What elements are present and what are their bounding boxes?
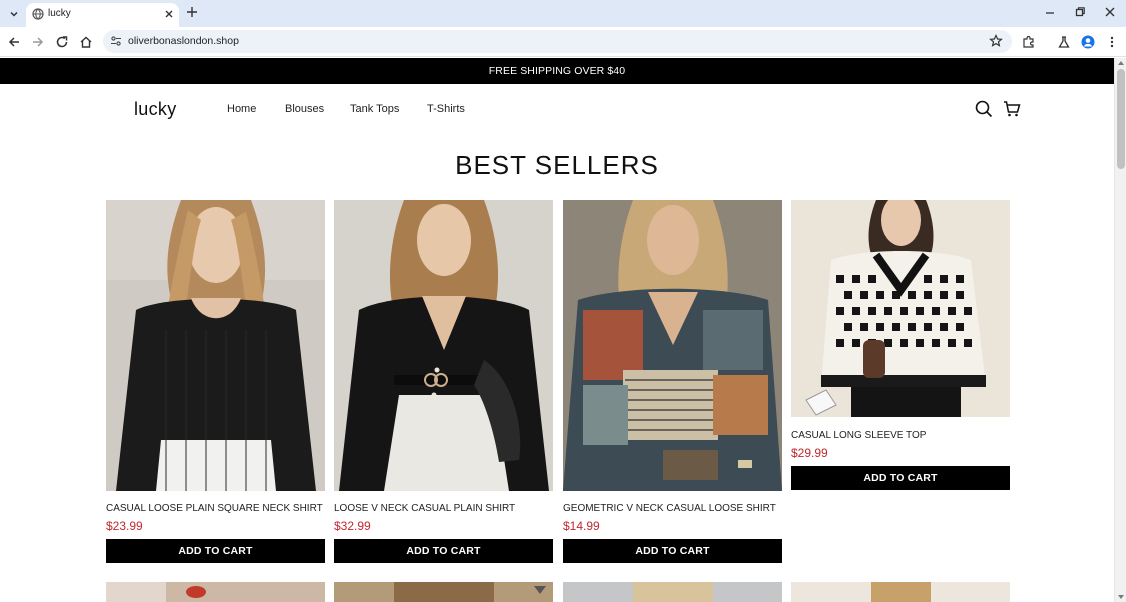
forward-button[interactable] [30,34,46,50]
site-logo[interactable]: lucky [134,99,177,120]
add-to-cart-button[interactable]: ADD TO CART [106,539,325,563]
product-image[interactable] [563,582,782,602]
page-viewport: FREE SHIPPING OVER $40 lucky Home Blouse… [0,58,1114,602]
minimize-icon[interactable] [1044,6,1056,18]
product-name[interactable]: CASUAL LOOSE PLAIN SQUARE NECK SHIRT [106,503,323,514]
tab-title: lucky [48,8,71,19]
address-bar[interactable]: oliverbonaslondon.shop [103,30,1012,53]
tab-list-button[interactable] [5,5,23,23]
announcement-bar: FREE SHIPPING OVER $40 [0,58,1114,84]
product-name[interactable]: LOOSE V NECK CASUAL PLAIN SHIRT [334,503,515,514]
reload-icon [56,36,68,48]
product-price: $29.99 [791,446,828,460]
search-icon[interactable] [975,100,993,118]
nav-home[interactable]: Home [227,103,256,115]
reload-button[interactable] [54,34,70,50]
product-name[interactable]: GEOMETRIC V NECK CASUAL LOOSE SHIRT [563,503,776,514]
product-price: $32.99 [334,519,371,533]
flask-icon [1058,36,1070,48]
product-photo [334,200,553,491]
close-tab-icon[interactable] [163,8,175,20]
product-name[interactable]: CASUAL LONG SLEEVE TOP [791,430,926,441]
arrow-right-icon [33,37,44,47]
labs-button[interactable] [1056,34,1072,50]
scrollbar-thumb[interactable] [1117,69,1125,169]
product-image[interactable] [563,200,782,491]
add-to-cart-button[interactable]: ADD TO CART [563,539,782,563]
home-button[interactable] [78,34,94,50]
scroll-down-arrow[interactable] [1118,595,1124,599]
product-photo [791,200,1010,417]
nav-blouses[interactable]: Blouses [285,103,324,115]
restore-icon[interactable] [1074,6,1086,18]
profile-button[interactable] [1080,34,1096,50]
product-image[interactable] [334,200,553,491]
cart-icon[interactable] [1003,100,1021,118]
home-icon [80,36,92,48]
product-image[interactable] [106,200,325,491]
back-button[interactable] [6,34,22,50]
chevron-down-icon [10,11,18,17]
product-image[interactable] [106,582,325,602]
menu-button[interactable] [1104,34,1120,50]
section-title: BEST SELLERS [455,150,659,180]
product-price: $14.99 [563,519,600,533]
product-photo [106,200,325,491]
product-image[interactable] [334,582,553,602]
browser-toolbar: oliverbonaslondon.shop [0,27,1126,57]
product-price: $23.99 [106,519,143,533]
new-tab-icon[interactable] [185,5,199,19]
close-window-icon[interactable] [1104,6,1116,18]
browser-tab[interactable]: lucky [26,3,179,27]
product-image[interactable] [791,582,1010,602]
more-vertical-icon [1110,36,1114,48]
extensions-button[interactable] [1021,34,1037,50]
globe-icon [32,8,44,20]
add-to-cart-button[interactable]: ADD TO CART [334,539,553,563]
url-text: oliverbonaslondon.shop [128,35,239,47]
bookmark-star-icon[interactable] [989,34,1003,48]
nav-t-shirts[interactable]: T-Shirts [427,103,465,115]
product-photo [563,582,782,602]
browser-tab-bar: lucky [0,0,1126,27]
product-image[interactable] [791,200,1010,417]
product-photo [791,582,1010,602]
product-photo [334,582,553,602]
avatar-icon [1081,35,1095,49]
puzzle-icon [1023,35,1034,48]
site-settings-icon[interactable] [110,35,122,47]
product-photo [106,582,325,602]
arrow-left-icon [8,37,19,47]
add-to-cart-button[interactable]: ADD TO CART [791,466,1010,490]
nav-tank-tops[interactable]: Tank Tops [350,103,399,115]
product-photo [563,200,782,491]
page-scrollbar[interactable] [1114,58,1126,602]
scroll-up-arrow[interactable] [1118,61,1124,65]
